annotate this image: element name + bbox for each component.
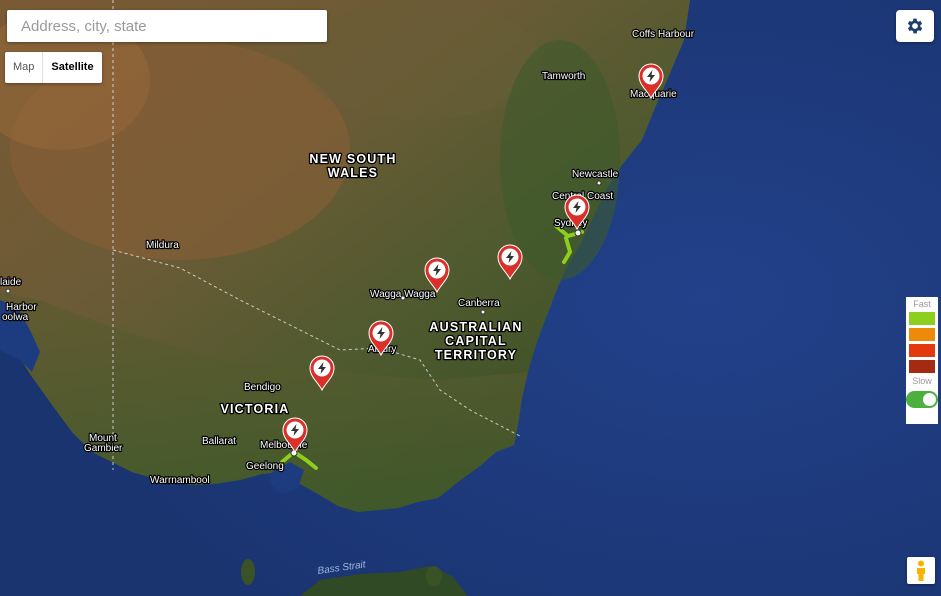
- city-canberra: Canberra: [458, 298, 500, 309]
- city-tamworth: Tamworth: [542, 71, 585, 82]
- legend-fast-label: Fast: [913, 299, 931, 309]
- street-view-pegman-button[interactable]: [907, 557, 935, 584]
- region-act-line1: AUSTRALIAN: [429, 320, 522, 334]
- satellite-map[interactable]: NEW SOUTH WALES AUSTRALIAN CAPITAL TERRI…: [0, 0, 941, 596]
- city-adelaide-partial: laide: [0, 277, 22, 288]
- traffic-speed-legend: Fast Slow: [906, 297, 938, 424]
- city-geelong: Geelong: [246, 461, 284, 472]
- city-coffs-harbour: Coffs Harbour: [632, 29, 695, 40]
- region-act-line2: CAPITAL: [445, 334, 507, 348]
- settings-button[interactable]: [896, 10, 934, 42]
- city-newcastle: Newcastle: [572, 169, 619, 180]
- city-ballarat: Ballarat: [202, 436, 236, 447]
- address-search-input[interactable]: [21, 10, 327, 42]
- region-victoria: VICTORIA: [220, 402, 289, 416]
- legend-swatch-slowest: [909, 360, 935, 373]
- region-nsw-line1: NEW SOUTH: [309, 152, 396, 166]
- gear-icon: [907, 18, 923, 34]
- map-type-control[interactable]: Map Satellite: [5, 52, 102, 83]
- city-mildura: Mildura: [146, 240, 179, 251]
- city-warrnambool: Warrnambool: [150, 475, 210, 486]
- city-goolwa-partial: oolwa: [2, 312, 29, 323]
- region-act-line3: TERRITORY: [435, 348, 517, 362]
- city-gambier: Gambier: [84, 443, 123, 454]
- legend-swatch-fast: [909, 312, 935, 325]
- city-bendigo: Bendigo: [244, 382, 281, 393]
- pegman-icon: [917, 560, 925, 581]
- map-type-map-button[interactable]: Map: [5, 52, 42, 83]
- address-search-box[interactable]: [7, 10, 327, 42]
- legend-swatch-slow: [909, 344, 935, 357]
- legend-swatch-moderate: [909, 328, 935, 341]
- region-nsw-line2: WALES: [328, 166, 378, 180]
- legend-slow-label: Slow: [912, 376, 932, 386]
- map-type-satellite-button[interactable]: Satellite: [42, 52, 101, 83]
- traffic-layer-toggle[interactable]: [906, 391, 938, 408]
